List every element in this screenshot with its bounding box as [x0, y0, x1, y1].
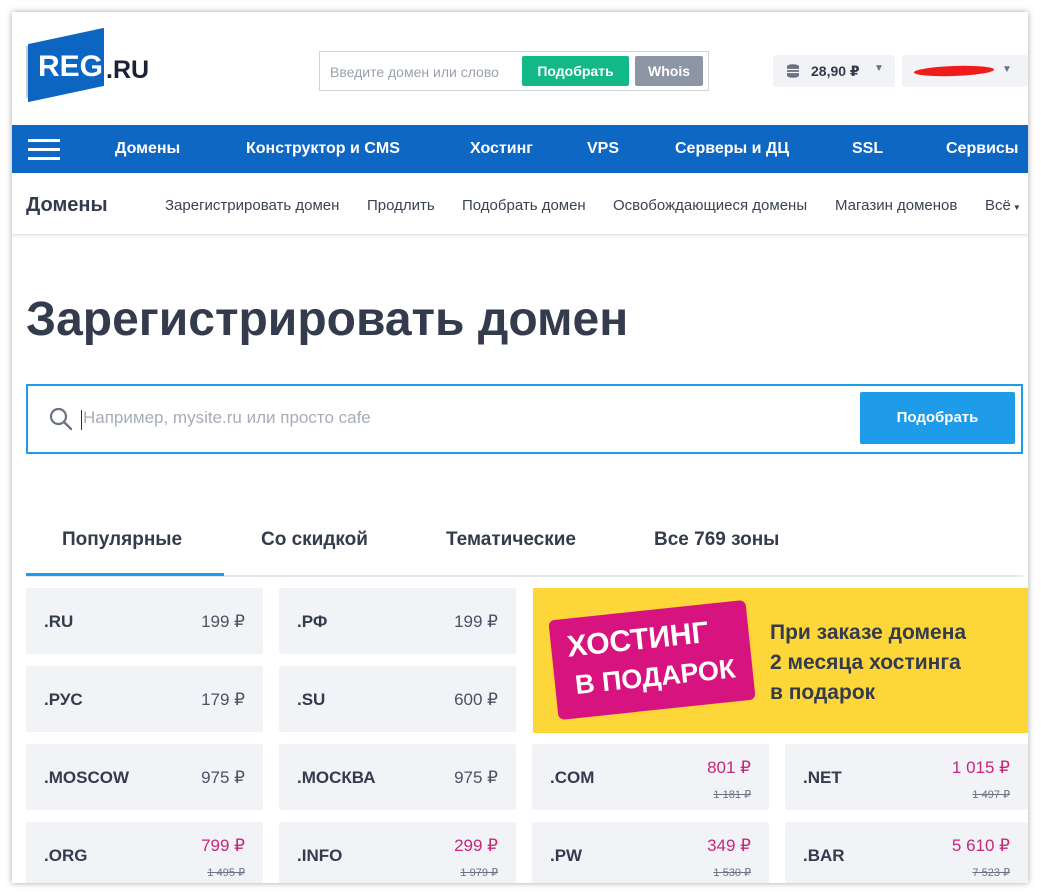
subnav-all[interactable]: Всё ▼: [985, 197, 1021, 214]
subnav-register[interactable]: Зарегистрировать домен: [165, 197, 339, 214]
domain-zone: .РФ: [297, 612, 328, 631]
tab-discount[interactable]: Со скидкой: [261, 529, 368, 551]
nav-item-servers[interactable]: Серверы и ДЦ: [675, 140, 789, 158]
domain-old-price: 1 497 ₽: [972, 789, 1010, 801]
domain-zone: .COM: [550, 768, 595, 787]
caret-down-icon: ▼: [1002, 64, 1012, 75]
domain-price: 299 ₽: [454, 836, 498, 855]
domain-card[interactable]: .РУС 179 ₽: [26, 666, 263, 732]
header-search-input[interactable]: Введите домен или слово: [330, 64, 499, 80]
promo-text: При заказе домена 2 месяца хостинга в по…: [770, 618, 966, 708]
zone-tabs: Популярные Со скидкой Тематические Все 7…: [26, 517, 1023, 577]
domain-price: 975 ₽: [454, 768, 498, 787]
domain-old-price: 1 979 ₽: [460, 867, 498, 879]
caret-down-icon: ▼: [874, 63, 884, 74]
domain-zone: .SU: [297, 690, 326, 709]
domain-old-price: 1 181 ₽: [713, 789, 751, 801]
page-title: Зарегистрировать домен: [26, 293, 629, 346]
subnav-all-label: Всё: [985, 197, 1011, 214]
domain-card[interactable]: .ORG 799 ₽ 1 495 ₽: [26, 822, 263, 883]
domain-price: 1 015 ₽: [951, 758, 1010, 777]
domain-card[interactable]: .COM 801 ₽ 1 181 ₽: [532, 744, 769, 810]
domain-old-price: 7 523 ₽: [972, 867, 1010, 879]
tab-thematic[interactable]: Тематические: [446, 529, 576, 551]
subnav-pick-domain[interactable]: Подобрать домен: [462, 197, 586, 214]
tab-popular[interactable]: Популярные: [62, 529, 182, 551]
domain-zone: .MOSCOW: [44, 768, 129, 787]
domain-search: Например, mysite.ru или просто cafe Подо…: [26, 384, 1023, 454]
domain-card[interactable]: .INFO 299 ₽ 1 979 ₽: [279, 822, 516, 883]
domain-price: 349 ₽: [707, 836, 751, 855]
domain-price: 199 ₽: [454, 612, 498, 631]
subnav-shop[interactable]: Магазин доменов: [835, 197, 957, 214]
header-search: Введите домен или слово Подобрать Whois: [319, 51, 709, 91]
domain-old-price: 1 495 ₽: [207, 867, 245, 879]
nav-item-hosting[interactable]: Хостинг: [470, 140, 533, 158]
promo-text-line: в подарок: [770, 681, 876, 704]
domain-price: 199 ₽: [201, 612, 245, 631]
nav-item-ssl[interactable]: SSL: [852, 140, 883, 158]
account-dropdown[interactable]: ▼: [902, 55, 1028, 87]
domain-card[interactable]: .SU 600 ₽: [279, 666, 516, 732]
coins-icon: [787, 64, 799, 78]
domain-card[interactable]: .МОСКВА 975 ₽: [279, 744, 516, 810]
domain-zone: .BAR: [803, 846, 845, 865]
domain-price: 5 610 ₽: [951, 836, 1010, 855]
promo-text-line: При заказе домена: [770, 621, 967, 644]
menu-icon[interactable]: [28, 139, 60, 160]
domain-card[interactable]: .PW 349 ₽ 1 530 ₽: [532, 822, 769, 883]
promo-badge: ХОСТИНГ В ПОДАРОК: [548, 599, 756, 721]
domain-price: 799 ₽: [201, 836, 245, 855]
domain-search-input[interactable]: Например, mysite.ru или просто cafe: [83, 408, 371, 428]
whois-button[interactable]: Whois: [635, 56, 703, 86]
domain-price: 975 ₽: [201, 768, 245, 787]
domain-zone: .RU: [44, 612, 74, 631]
domain-zone: .PW: [550, 846, 583, 865]
logo-main-text: REG: [38, 50, 104, 83]
domain-zone: .NET: [803, 768, 842, 787]
domain-card[interactable]: .NET 1 015 ₽ 1 497 ₽: [785, 744, 1028, 810]
domain-price: 801 ₽: [707, 758, 751, 777]
nav-item-services[interactable]: Сервисы: [946, 140, 1018, 158]
domain-card[interactable]: .РФ 199 ₽: [279, 588, 516, 654]
domain-card[interactable]: .RU 199 ₽: [26, 588, 263, 654]
domain-zone: .МОСКВА: [297, 768, 376, 787]
redacted-username: [913, 64, 995, 78]
logo-suffix-text: .RU: [106, 56, 150, 84]
domain-card[interactable]: .BAR 5 610 ₽ 7 523 ₽: [785, 822, 1028, 883]
header-pick-button[interactable]: Подобрать: [522, 56, 629, 86]
caret-down-icon: ▼: [1012, 203, 1021, 212]
domain-zone: .ORG: [44, 846, 88, 865]
domain-zone: .РУС: [44, 690, 83, 709]
balance-dropdown[interactable]: 28,90 ₽ ▼: [773, 55, 895, 87]
domain-card[interactable]: .MOSCOW 975 ₽: [26, 744, 263, 810]
balance-amount: 28,90 ₽: [811, 63, 860, 79]
section-title: Домены: [26, 194, 108, 216]
promo-text-line: 2 месяца хостинга: [770, 651, 961, 674]
tab-all-zones[interactable]: Все 769 зоны: [654, 529, 779, 551]
nav-item-constructor[interactable]: Конструктор и CMS: [246, 140, 400, 158]
subnav-expiring[interactable]: Освобождающиеся домены: [613, 197, 807, 214]
domain-price: 179 ₽: [201, 690, 245, 709]
nav-item-vps[interactable]: VPS: [587, 140, 619, 158]
search-icon: [49, 407, 73, 431]
active-tab-indicator: [26, 573, 224, 576]
nav-item-domains[interactable]: Домены: [115, 140, 180, 158]
text-cursor: [81, 410, 82, 430]
hosting-promo-banner[interactable]: ХОСТИНГ В ПОДАРОК При заказе домена 2 ме…: [533, 588, 1028, 733]
page-frame: REG .RU Введите домен или слово Подобрат…: [12, 12, 1028, 883]
domain-search-button[interactable]: Подобрать: [860, 392, 1015, 444]
domain-old-price: 1 530 ₽: [713, 867, 751, 879]
logo[interactable]: REG .RU: [26, 27, 150, 103]
main-nav: Домены Конструктор и CMS Хостинг VPS Сер…: [12, 125, 1028, 173]
subnav-renew[interactable]: Продлить: [367, 197, 435, 214]
domain-zone: .INFO: [297, 846, 343, 865]
domain-price: 600 ₽: [454, 690, 498, 709]
sub-nav: Домены Зарегистрировать домен Продлить П…: [12, 173, 1028, 235]
